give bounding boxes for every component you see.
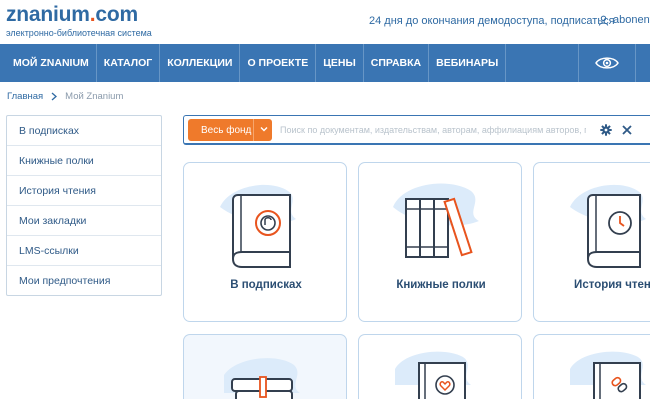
user-name: abonent- [613,14,650,26]
bookshelf-icon [393,183,479,258]
accessibility-toggle[interactable] [578,44,636,82]
gear-icon[interactable] [600,124,612,136]
nav-item-catalog[interactable]: КАТАЛОГ [97,44,161,82]
chevron-down-icon [260,127,268,132]
card-reading-history[interactable]: История чтени [533,162,650,322]
sidebar-item-bookmarks[interactable]: Мои закладки [7,206,161,236]
demo-notice-link[interactable]: 24 дня до окончания демодоступа, подписа… [369,15,615,27]
nav-item-my-znanium[interactable]: МОЙ ZNANIUM [0,44,97,82]
sidebar: В подписках Книжные полки История чтения… [6,115,162,296]
breadcrumb-current: Мой Znanium [65,91,124,102]
nav-item-prices[interactable]: ЦЕНЫ [316,44,364,82]
heart-book-icon [395,351,471,399]
search-bar: Весь фонд [183,115,650,145]
breadcrumb-home-link[interactable]: Главная [7,91,43,102]
eye-icon [595,57,619,69]
card-preferences[interactable] [533,334,650,399]
sidebar-item-preferences[interactable]: Мои предпочтения [7,266,161,296]
user-menu[interactable]: abonent- [598,14,650,26]
card-bookshelves[interactable]: Книжные полки [358,162,522,322]
card-bookshelves-label: Книжные полки [396,279,486,291]
main-nav: МОЙ ZNANIUM КАТАЛОГ КОЛЛЕКЦИИ О ПРОЕКТЕ … [0,44,650,82]
close-icon[interactable] [621,124,633,136]
sidebar-item-reading-history[interactable]: История чтения [7,176,161,206]
lock-book-icon [220,184,296,268]
header: znanium.com электронно-библиотечная сист… [0,0,650,44]
fund-select-divider [253,119,254,141]
card-subscriptions-label: В подписках [230,279,302,291]
user-icon [598,15,609,26]
nav-item-webinars[interactable]: ВЕБИНАРЫ [429,44,507,82]
card-bookmarks[interactable] [183,334,347,399]
logo-wordmark: znanium.com [6,3,139,26]
card-lms-links[interactable] [358,334,522,399]
sidebar-item-subscriptions[interactable]: В подписках [7,116,161,146]
sidebar-item-bookshelves[interactable]: Книжные полки [7,146,161,176]
logo-subtitle: электронно-библиотечная система [6,28,152,38]
nav-item-about[interactable]: О ПРОЕКТЕ [240,44,317,82]
fund-select-label: Весь фонд [201,124,252,136]
card-reading-history-label: История чтени [574,279,650,291]
clock-book-icon [570,184,646,268]
stacked-books-icon [224,358,300,399]
nav-item-collections[interactable]: КОЛЛЕКЦИИ [160,44,241,82]
logo[interactable]: znanium.com электронно-библиотечная сист… [6,3,152,39]
card-subscriptions[interactable]: В подписках [183,162,347,322]
chevron-right-icon [51,92,58,101]
sidebar-item-lms-links[interactable]: LMS-ссылки [7,236,161,266]
breadcrumb: Главная Мой Znanium [7,91,123,102]
search-input[interactable] [280,122,586,138]
fund-select-button[interactable]: Весь фонд [188,119,272,141]
link-book-icon [570,351,646,399]
nav-item-help[interactable]: СПРАВКА [364,44,430,82]
